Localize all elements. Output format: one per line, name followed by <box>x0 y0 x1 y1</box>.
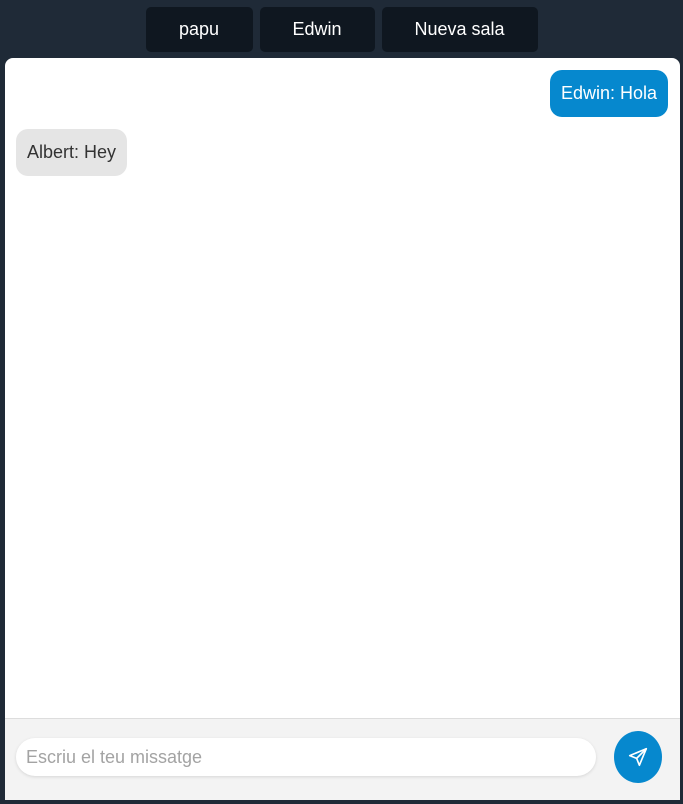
chat-panel: Edwin: Hola Albert: Hey <box>5 58 680 800</box>
send-button[interactable] <box>614 731 662 783</box>
new-room-button[interactable]: Nueva sala <box>381 7 538 52</box>
composer <box>5 718 680 800</box>
send-icon <box>627 746 649 768</box>
room-tab-papu[interactable]: papu <box>145 7 253 52</box>
message-bubble-other: Albert: Hey <box>16 129 128 176</box>
message-bubble-own: Edwin: Hola <box>549 70 668 117</box>
room-tab-edwin[interactable]: Edwin <box>259 7 375 52</box>
message-list[interactable]: Edwin: Hola Albert: Hey <box>5 58 680 718</box>
room-tabs: papu Edwin Nueva sala <box>0 0 683 58</box>
message-input[interactable] <box>16 738 596 776</box>
